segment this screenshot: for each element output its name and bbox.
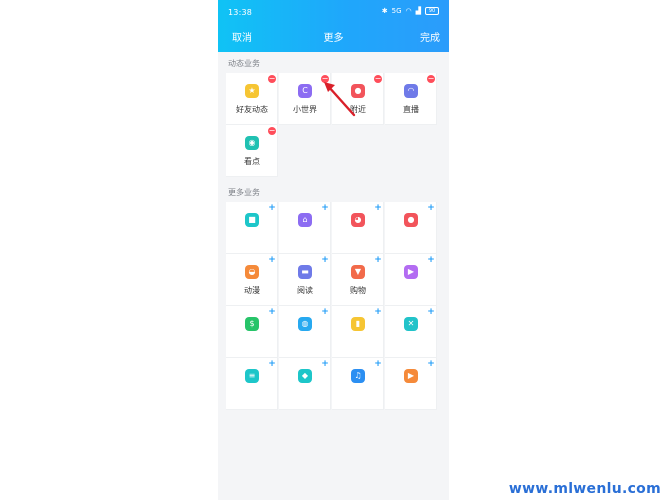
shield-icon: ◆ [298,369,312,383]
grid-item[interactable]: ◍ + [279,306,331,358]
add-badge-icon[interactable]: + [427,256,435,265]
eye-icon: ◉ [245,136,259,150]
add-badge-icon[interactable]: + [374,204,382,213]
add-badge-icon[interactable]: + [374,256,382,265]
add-badge-icon[interactable]: + [268,256,276,265]
remove-badge-icon[interactable]: − [268,75,276,83]
battery-icon: 90 [425,7,439,15]
music-icon: ♫ [351,369,365,383]
add-badge-icon[interactable]: + [321,308,329,317]
data-speed-icon: 5G [391,7,402,15]
add-badge-icon[interactable]: + [374,360,382,369]
remove-badge-icon[interactable]: − [374,75,382,83]
user-icon: ● [404,213,418,227]
phone-screen: 13:38 ✱ 5G ◠ ▟ 90 更多 取消 完成 动态业务 ★ 好友动态 − C 小… [218,0,449,500]
grid-item[interactable]: ♫ + [332,358,384,410]
comic-icon: ◒ [245,265,259,279]
remove-badge-icon[interactable]: − [268,127,276,135]
header-bar: 13:38 ✱ 5G ◠ ▟ 90 更多 取消 完成 [218,0,449,52]
add-badge-icon[interactable]: + [321,256,329,265]
grid-item[interactable]: ✕ + [385,306,437,358]
bluetooth-icon: ✱ [381,7,388,15]
watermark: www.mlwenlu.com [508,481,661,497]
add-badge-icon[interactable]: + [427,204,435,213]
add-badge-icon[interactable]: + [321,360,329,369]
grid-item[interactable]: ▮ + [332,306,384,358]
coin-icon: $ [245,317,259,331]
grid-item-label: 看点 [244,157,260,166]
grid-item[interactable]: ● + [385,202,437,254]
shirt-icon: ▼ [351,265,365,279]
grid-item-label: 阅读 [297,286,313,295]
home-icon: ⌂ [298,213,312,227]
section-label-more: 更多业务 [228,188,260,197]
globe-icon: ◍ [298,317,312,331]
grid-item-label: 好友动态 [236,105,268,114]
page-title: 更多 [323,33,344,44]
status-time: 13:38 [228,8,253,17]
grid-item[interactable]: ◒ 动漫 + [226,254,278,306]
wifi-icon: ◠ [405,7,412,15]
book-icon: ▬ [298,265,312,279]
more-grid: ■ + ⌂ + ◕ + ● + ◒ 动漫 + ▬ 阅读 + ▼ 购物 + ▶ + $ + ◍ + ▮ + ✕ + ≡ + ◆ + ♫ + ▶ + [226,202,438,410]
grid-item[interactable]: $ + [226,306,278,358]
grid-item[interactable]: ◕ + [332,202,384,254]
grid-item[interactable]: ★ 好友动态 − [226,73,278,125]
section-label-dynamic: 动态业务 [228,59,260,68]
grid-item[interactable]: ▶ + [385,254,437,306]
grid-item-label: 直播 [403,105,419,114]
grid-item[interactable]: ■ + [226,202,278,254]
add-badge-icon[interactable]: + [321,204,329,213]
play-icon: ▶ [404,265,418,279]
grid-item-label: 动漫 [244,286,260,295]
grid-item[interactable]: ◆ + [279,358,331,410]
grid-item[interactable]: ▶ + [385,358,437,410]
cancel-button[interactable]: 取消 [232,29,252,44]
star-icon: ★ [245,84,259,98]
finger-icon: ▮ [351,317,365,331]
grid-item[interactable]: ◉ 看点 − [226,125,278,177]
video-icon: ▶ [404,369,418,383]
live-icon: ◠ [404,84,418,98]
annotation-arrow-icon [324,82,356,117]
add-badge-icon[interactable]: + [427,308,435,317]
planet-icon: C [298,84,312,98]
add-badge-icon[interactable]: + [268,360,276,369]
grid-item-label: 购物 [350,286,366,295]
grid-item[interactable]: ◠ 直播 − [385,73,437,125]
add-badge-icon[interactable]: + [268,308,276,317]
signal-icon: ▟ [415,7,421,15]
add-badge-icon[interactable]: + [427,360,435,369]
add-badge-icon[interactable]: + [374,308,382,317]
grid-item[interactable]: ▼ 购物 + [332,254,384,306]
done-button[interactable]: 完成 [420,29,440,44]
gamepad-icon: ■ [245,213,259,227]
grid-item[interactable]: ≡ + [226,358,278,410]
grid-item[interactable]: ▬ 阅读 + [279,254,331,306]
grid-item[interactable]: ⌂ + [279,202,331,254]
remove-badge-icon[interactable]: − [427,75,435,83]
add-badge-icon[interactable]: + [268,204,276,213]
list-icon: ≡ [245,369,259,383]
status-icons: ✱ 5G ◠ ▟ 90 [382,7,439,15]
pie-icon: ◕ [351,213,365,227]
tools-icon: ✕ [404,317,418,331]
